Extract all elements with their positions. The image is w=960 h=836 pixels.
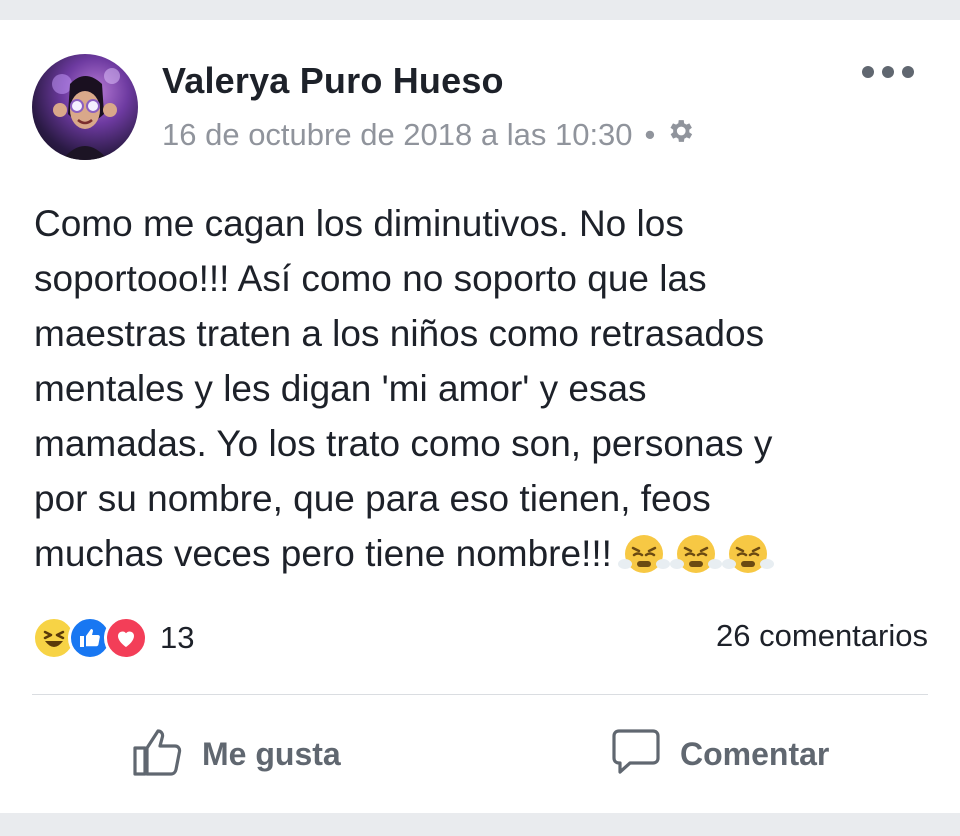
post-card: Valerya Puro Hueso 16 de octubre de 2018…	[0, 20, 960, 813]
comments-count[interactable]: 26 comentarios	[716, 618, 928, 654]
like-label: Me gusta	[202, 735, 341, 772]
post-text-line: mentales y les digan 'mi amor' y esas	[34, 368, 647, 409]
post-text-line: Como me cagan los diminutivos. No los	[34, 203, 684, 244]
reactions-summary[interactable]: 13	[32, 616, 194, 660]
steaming-face-emoji-icon	[669, 530, 722, 589]
speech-bubble-icon	[608, 724, 664, 785]
like-button[interactable]: Me gusta	[130, 726, 341, 782]
post-text-line: maestras traten a los niños como retrasa…	[34, 313, 765, 354]
gear-icon[interactable]	[665, 116, 695, 154]
thumbs-up-icon	[130, 724, 186, 785]
post-text-line: muchas veces pero tiene nombre!!!	[34, 533, 612, 574]
post-text-last-line: muchas veces pero tiene nombre!!!	[34, 526, 934, 589]
post-text: Como me cagan los diminutivos. No los so…	[34, 196, 934, 589]
post-text-line: mamadas. Yo los trato como son, personas…	[34, 423, 773, 464]
action-divider	[32, 694, 928, 695]
steaming-face-emoji-icon	[721, 530, 774, 589]
avatar-photo	[52, 68, 120, 160]
reaction-count: 13	[160, 620, 195, 655]
steaming-face-emoji-icon	[617, 530, 670, 589]
author-name[interactable]: Valerya Puro Hueso	[162, 60, 504, 102]
comment-label: Comentar	[680, 735, 830, 772]
meta-separator: •	[644, 117, 656, 152]
post-text-line: por su nombre, que para eso tienen, feos	[34, 478, 711, 519]
more-options-icon[interactable]	[862, 60, 914, 84]
comment-button[interactable]: Comentar	[608, 726, 829, 782]
post-text-line: soportooo!!! Así como no soporto que las	[34, 258, 707, 299]
love-icon	[104, 616, 148, 660]
post-timestamp[interactable]: 16 de octubre de 2018 a las 10:30	[162, 117, 633, 153]
reaction-icons	[32, 616, 148, 660]
avatar[interactable]	[32, 54, 138, 160]
post-meta: 16 de octubre de 2018 a las 10:30 •	[162, 116, 695, 154]
